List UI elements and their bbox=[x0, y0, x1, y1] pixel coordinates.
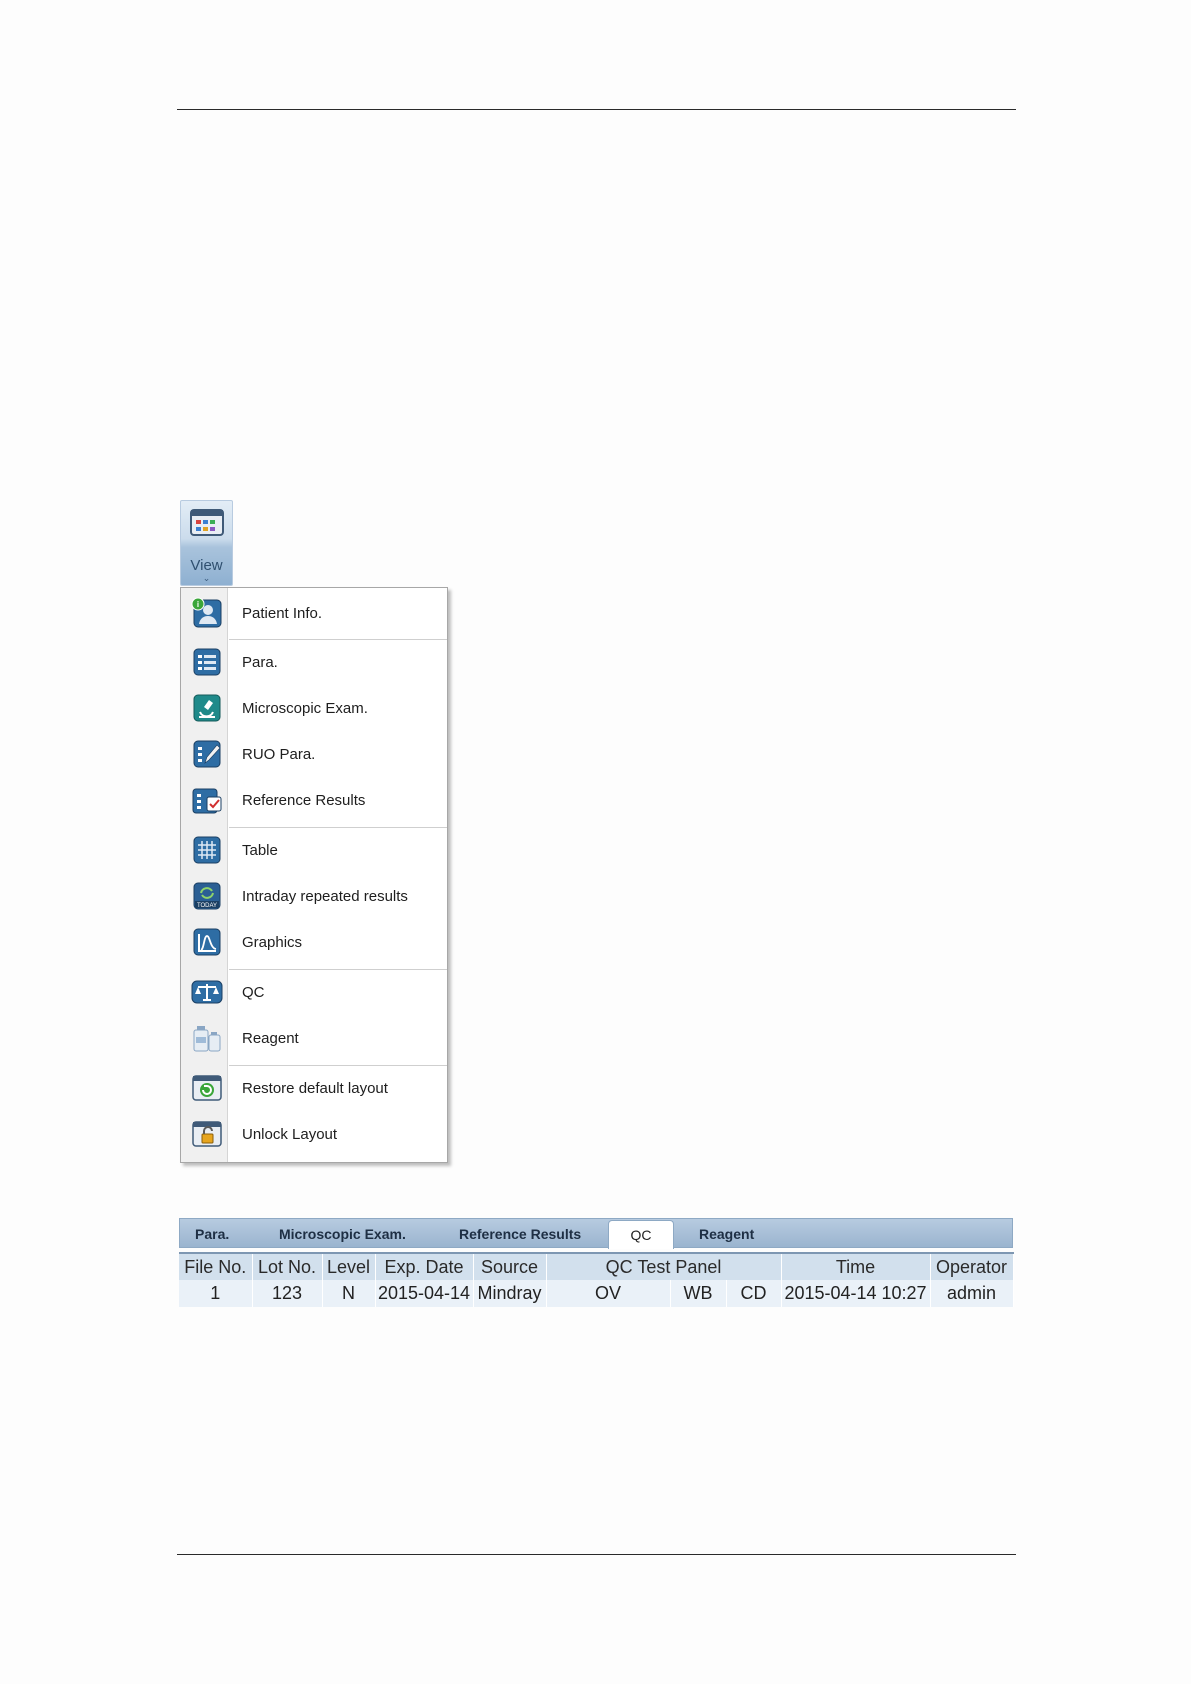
menu-item-reference-results[interactable]: Reference Results bbox=[181, 778, 447, 822]
column-header[interactable]: Time bbox=[781, 1252, 931, 1280]
cell-operator: admin bbox=[930, 1280, 1014, 1307]
unlock-layout-icon bbox=[192, 1121, 222, 1147]
view-button[interactable]: View ⌄ bbox=[180, 500, 233, 586]
column-header[interactable]: QC Test Panel bbox=[546, 1252, 782, 1280]
menu-item-intraday-repeated-results[interactable]: TODAY Intraday repeated results bbox=[181, 874, 447, 918]
tab-bar: Para. Microscopic Exam. Reference Result… bbox=[179, 1218, 1013, 1249]
svg-text:TODAY: TODAY bbox=[197, 903, 217, 909]
reagent-bottles-icon bbox=[193, 1026, 221, 1052]
menu-item-label: Reagent bbox=[242, 1030, 299, 1047]
menu-item-microscopic-exam[interactable]: Microscopic Exam. bbox=[181, 686, 447, 730]
menu-item-ruo-para[interactable]: RUO Para. bbox=[181, 732, 447, 776]
cell-panel: OV bbox=[546, 1280, 671, 1307]
menu-item-label: Unlock Layout bbox=[242, 1126, 338, 1143]
cell-source: Mindray bbox=[473, 1280, 547, 1307]
menu-item-table[interactable]: Table bbox=[181, 828, 447, 872]
cell-file-no: 1 bbox=[179, 1280, 253, 1307]
menu-item-label: Graphics bbox=[242, 934, 303, 951]
header-rule bbox=[177, 109, 1016, 110]
tab-microscopic-exam[interactable]: Microscopic Exam. bbox=[279, 1226, 406, 1242]
tab-qc[interactable]: QC bbox=[608, 1220, 674, 1249]
today-refresh-icon: TODAY bbox=[193, 882, 221, 910]
reference-results-icon bbox=[192, 788, 222, 814]
column-header[interactable]: Lot No. bbox=[252, 1252, 323, 1280]
column-header[interactable]: Level bbox=[322, 1252, 376, 1280]
cell-time: 2015-04-14 10:27 bbox=[781, 1280, 931, 1307]
footer-rule bbox=[177, 1554, 1016, 1555]
menu-item-para[interactable]: Para. bbox=[181, 640, 447, 684]
menu-item-qc[interactable]: QC bbox=[181, 970, 447, 1014]
menu-item-patient-info[interactable]: i Patient Info. bbox=[181, 591, 447, 635]
view-layout-icon bbox=[190, 509, 224, 536]
ruo-para-icon bbox=[193, 740, 221, 768]
qc-table: File No. Lot No. Level Exp. Date Source … bbox=[179, 1252, 1014, 1307]
menu-item-label: Para. bbox=[242, 654, 278, 671]
menu-item-unlock-layout[interactable]: Unlock Layout bbox=[181, 1112, 447, 1156]
table-grid-icon bbox=[193, 836, 221, 864]
cell-panel: WB bbox=[670, 1280, 727, 1307]
tab-reference-results[interactable]: Reference Results bbox=[459, 1226, 581, 1242]
menu-item-label: RUO Para. bbox=[242, 746, 316, 763]
svg-text:i: i bbox=[197, 600, 199, 609]
cell-lot-no: 123 bbox=[252, 1280, 323, 1307]
microscope-icon bbox=[193, 694, 221, 722]
view-menu: i Patient Info. Para. Microscopic Exam. … bbox=[180, 587, 448, 1163]
para-icon bbox=[193, 648, 221, 676]
graphics-icon bbox=[193, 928, 221, 956]
balance-scale-icon bbox=[191, 980, 223, 1004]
menu-item-label: Restore default layout bbox=[242, 1080, 388, 1097]
table-header-row: File No. Lot No. Level Exp. Date Source … bbox=[179, 1252, 1014, 1280]
menu-item-restore-default-layout[interactable]: Restore default layout bbox=[181, 1066, 447, 1110]
column-header[interactable]: Operator bbox=[930, 1252, 1014, 1280]
patient-info-icon: i bbox=[191, 597, 222, 628]
column-header[interactable]: Source bbox=[473, 1252, 547, 1280]
cell-level: N bbox=[322, 1280, 376, 1307]
table-row[interactable]: 1 123 N 2015-04-14 Mindray OV WB CD 2015… bbox=[179, 1280, 1014, 1307]
menu-item-label: QC bbox=[242, 984, 265, 1001]
tab-para[interactable]: Para. bbox=[195, 1226, 229, 1242]
menu-item-reagent[interactable]: Reagent bbox=[181, 1016, 447, 1060]
menu-item-label: Microscopic Exam. bbox=[242, 700, 368, 717]
restore-layout-icon bbox=[192, 1075, 222, 1101]
cell-exp-date: 2015-04-14 bbox=[375, 1280, 474, 1307]
tab-reagent[interactable]: Reagent bbox=[699, 1226, 754, 1242]
menu-item-label: Table bbox=[242, 842, 278, 859]
column-header[interactable]: File No. bbox=[179, 1252, 253, 1280]
view-button-label: View bbox=[190, 557, 223, 574]
menu-item-graphics[interactable]: Graphics bbox=[181, 920, 447, 964]
menu-item-label: Intraday repeated results bbox=[242, 888, 408, 905]
menu-item-label: Patient Info. bbox=[242, 605, 323, 622]
cell-panel: CD bbox=[726, 1280, 782, 1307]
chevron-down-icon: ⌄ bbox=[202, 573, 211, 583]
menu-item-label: Reference Results bbox=[242, 792, 366, 809]
column-header[interactable]: Exp. Date bbox=[375, 1252, 474, 1280]
